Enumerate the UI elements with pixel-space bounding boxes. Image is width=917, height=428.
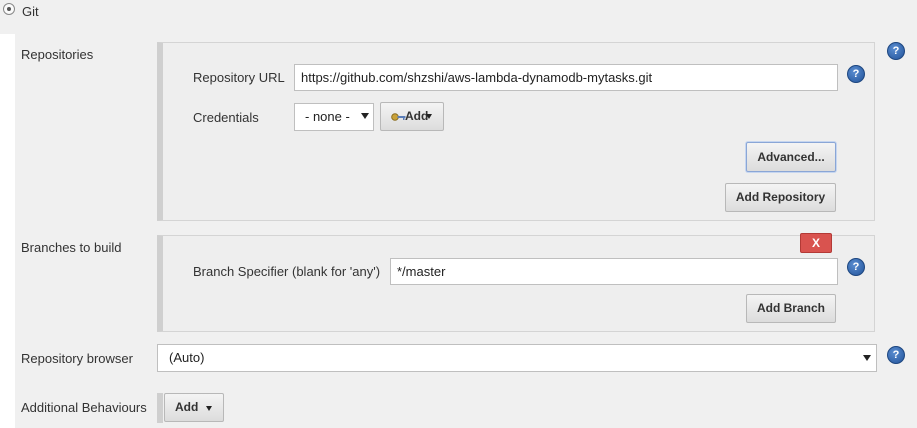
credentials-label: Credentials: [193, 110, 259, 125]
repository-browser-label: Repository browser: [21, 351, 133, 366]
credentials-select-value: - none -: [305, 109, 350, 124]
branch-specifier-input[interactable]: */master: [390, 258, 838, 285]
repositories-label: Repositories: [21, 47, 94, 62]
advanced-button[interactable]: Advanced...: [746, 142, 836, 172]
branches-label: Branches to build: [21, 240, 122, 255]
behaviours-add-button[interactable]: Add: [164, 393, 224, 422]
advanced-button-label: Advanced...: [757, 150, 825, 164]
branch-specifier-value: */master: [397, 264, 446, 279]
help-icon[interactable]: ?: [847, 258, 865, 276]
repository-url-label: Repository URL: [193, 70, 285, 85]
chevron-down-icon: [361, 113, 369, 119]
help-icon[interactable]: ?: [847, 65, 865, 83]
credentials-add-label: Add: [405, 109, 429, 123]
scm-git-header: [0, 0, 917, 34]
repository-url-value: https://github.com/shzshi/aws-lambda-dyn…: [301, 70, 653, 85]
branch-specifier-label: Branch Specifier (blank for 'any'): [193, 264, 381, 279]
delete-branch-label: X: [811, 236, 820, 250]
repository-browser-select[interactable]: (Auto): [157, 344, 877, 372]
add-repository-label: Add Repository: [735, 190, 826, 204]
repository-browser-value: (Auto): [169, 350, 205, 365]
additional-behaviours-label: Additional Behaviours: [21, 400, 147, 415]
chevron-down-icon: [863, 355, 871, 361]
behaviours-indent-bar: [157, 393, 163, 423]
git-radio-label: Git: [22, 4, 39, 19]
add-branch-label: Add Branch: [756, 301, 825, 315]
delete-branch-button[interactable]: X: [800, 233, 832, 253]
key-icon: [391, 113, 406, 121]
help-icon[interactable]: ?: [887, 42, 905, 60]
git-radio[interactable]: [3, 3, 15, 15]
chevron-down-icon: [426, 114, 432, 119]
credentials-add-button[interactable]: Add: [380, 102, 444, 131]
chevron-down-icon: [206, 406, 212, 411]
repository-url-input[interactable]: https://github.com/shzshi/aws-lambda-dyn…: [294, 64, 838, 91]
behaviours-add-label: Add: [175, 400, 199, 414]
help-icon[interactable]: ?: [887, 346, 905, 364]
add-repository-button[interactable]: Add Repository: [725, 183, 836, 212]
add-branch-button[interactable]: Add Branch: [746, 294, 836, 323]
